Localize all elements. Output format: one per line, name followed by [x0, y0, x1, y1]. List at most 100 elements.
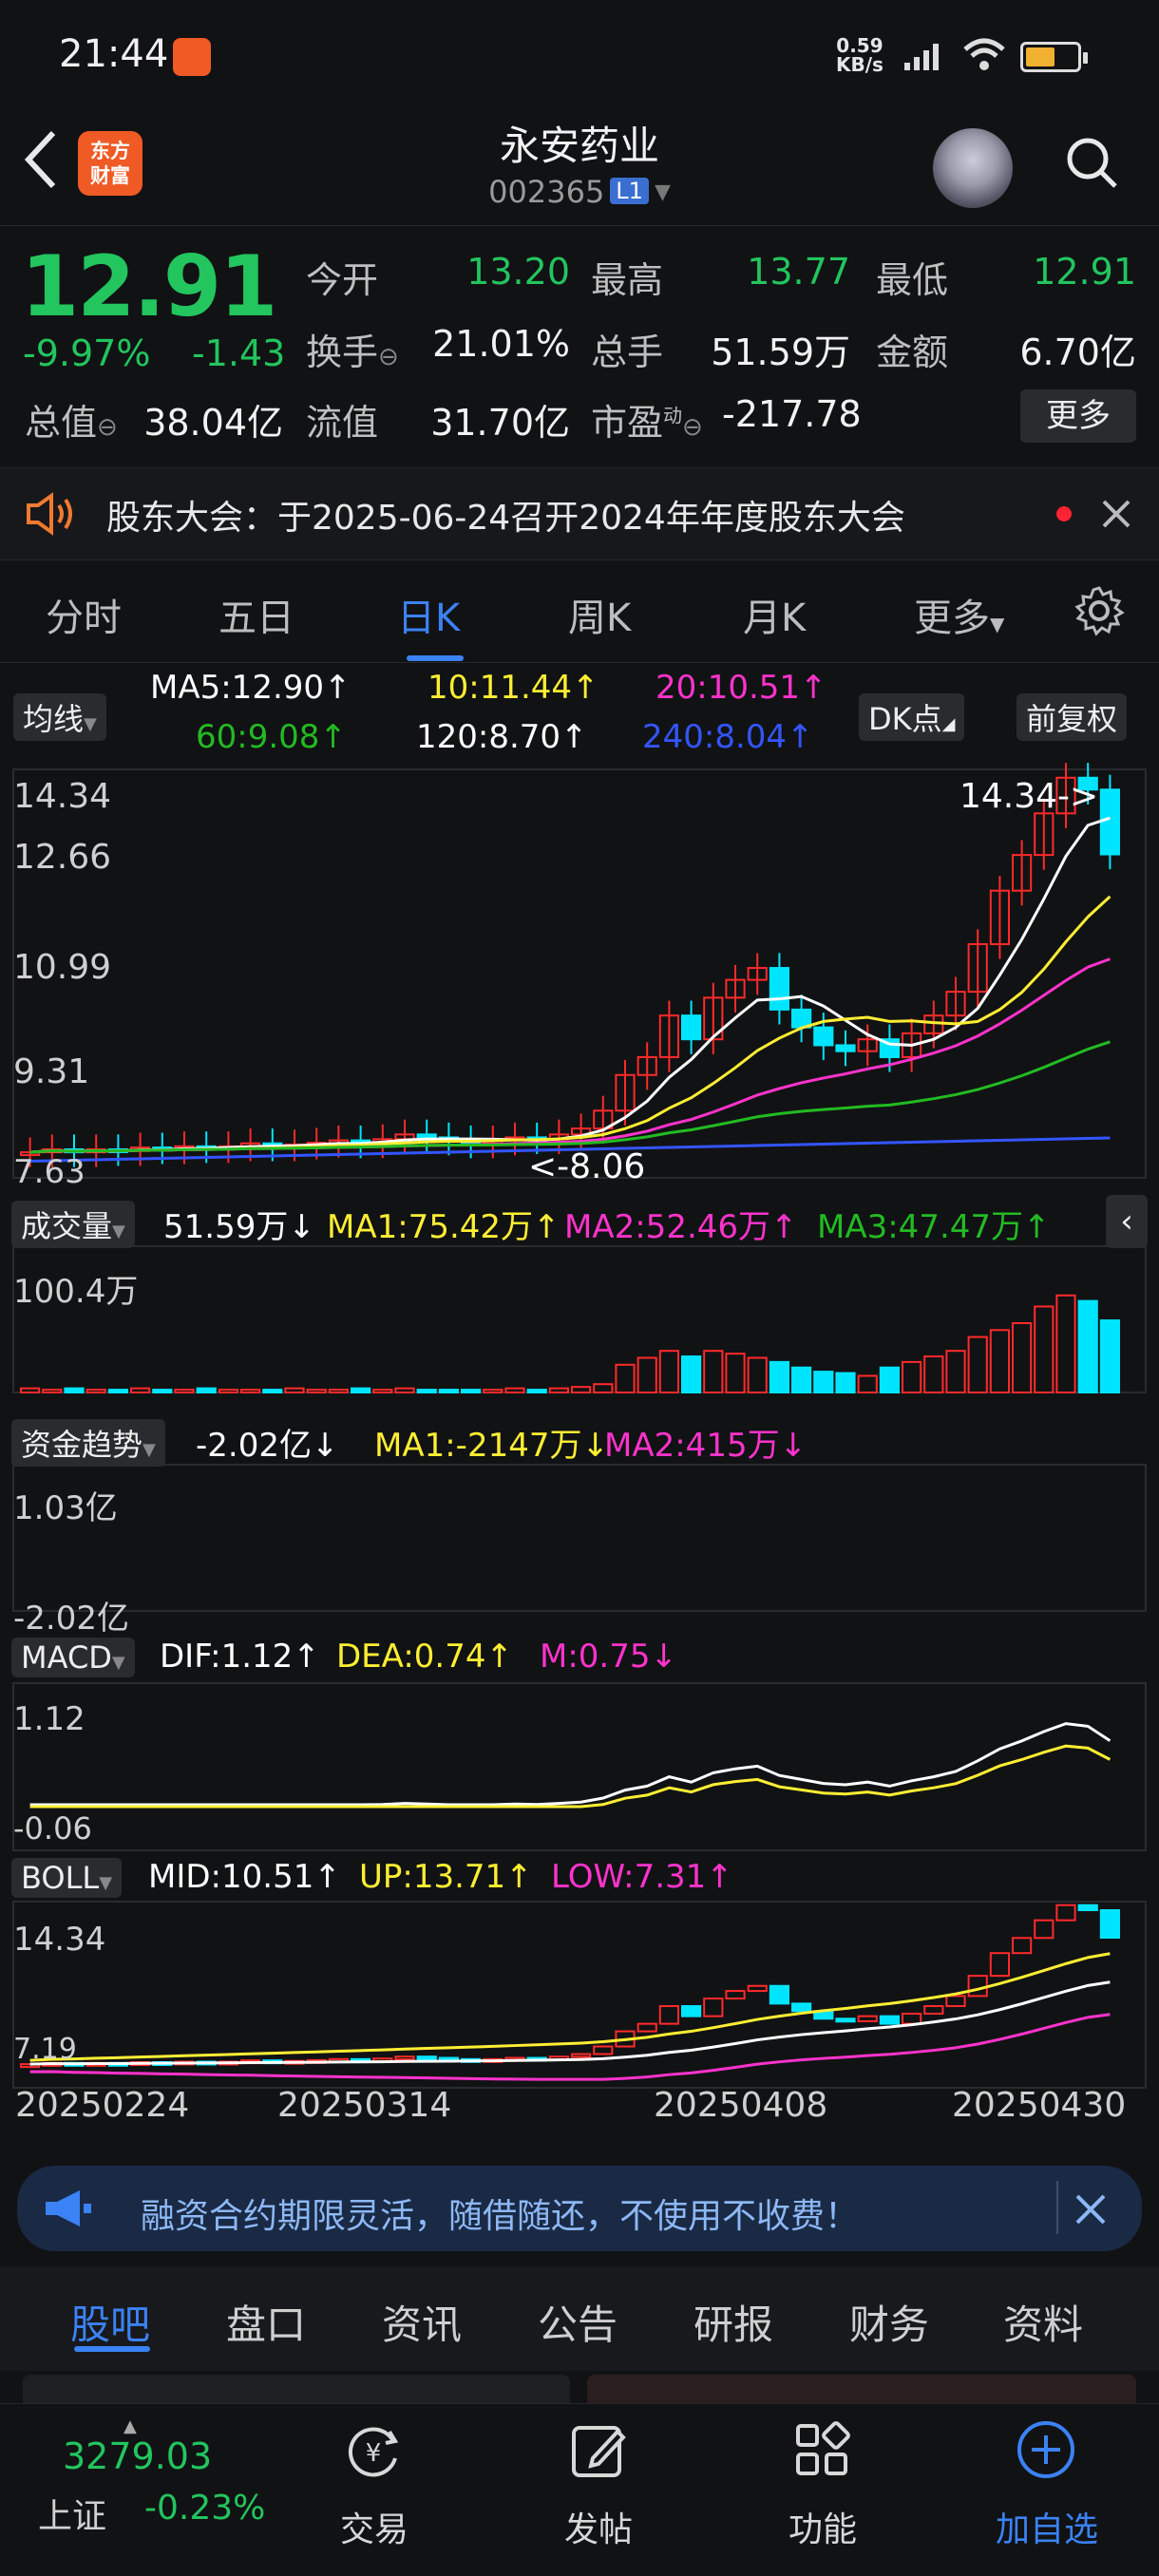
more-button[interactable]: 更多: [1020, 389, 1136, 443]
boll-candle: [857, 2015, 878, 2022]
indicator-select-volume[interactable]: 成交量▼: [11, 1201, 135, 1248]
indicator-select-fund[interactable]: 资金趋势▼: [11, 1419, 165, 1467]
status-bar: 21:44 0.59 KB/s: [0, 0, 1159, 114]
tab-announcements[interactable]: 公告: [538, 2293, 618, 2351]
volume-bar: [526, 1389, 547, 1394]
boll-candle: [636, 2022, 657, 2033]
date-label: 20250314: [277, 2086, 452, 2125]
volume-bar: [1055, 1294, 1076, 1393]
collapse-panel-icon[interactable]: ‹: [1106, 1195, 1148, 1248]
app-notification-icon: [173, 38, 211, 76]
notice-text: 股东大会：于2025-06-24召开2024年年度股东大会: [106, 499, 905, 538]
macd-dea: DEA:0.74↑: [336, 1638, 513, 1676]
boll-y-bottom: 7.19: [13, 2033, 77, 2066]
tab-intraday[interactable]: 分时: [46, 587, 122, 642]
index-change[interactable]: -0.23%: [144, 2489, 265, 2528]
macd-y-top: 1.12: [13, 1700, 86, 1738]
settings-icon[interactable]: [1074, 585, 1125, 636]
tab-five-day[interactable]: 五日: [218, 587, 294, 642]
boll-candle: [879, 2015, 900, 2025]
boll-low: LOW:7.31↑: [551, 1858, 733, 1896]
tab-monthly-k[interactable]: 月K: [743, 587, 806, 642]
tab-guba[interactable]: 股吧: [70, 2293, 150, 2351]
search-icon[interactable]: [1064, 135, 1119, 190]
indicator-select-macd[interactable]: MACD▼: [11, 1638, 135, 1677]
volume-bar: [306, 1389, 327, 1394]
change-pct: -9.97%: [23, 332, 151, 374]
trade-icon[interactable]: ¥: [342, 2420, 405, 2483]
volume-bar: [967, 1335, 988, 1393]
boll-candle: [791, 2002, 812, 2013]
post-button[interactable]: 发帖: [522, 2502, 674, 2551]
volume-bar: [416, 1389, 437, 1394]
tab-research[interactable]: 研报: [694, 2293, 773, 2351]
boll-candle: [571, 2053, 592, 2058]
candle: [1099, 788, 1121, 856]
volume-bar: [438, 1389, 459, 1394]
pe-value: -217.78: [722, 393, 862, 435]
tab-more[interactable]: 更多▼: [914, 587, 1004, 642]
volume-bar: [1099, 1319, 1121, 1394]
network-speed: 0.59 KB/s: [836, 34, 884, 76]
boll-up: UP:13.71↑: [359, 1858, 533, 1896]
boll-y-top: 14.34: [13, 1921, 106, 1959]
speaker-icon: [27, 492, 72, 536]
kline-y3: 10.99: [13, 948, 112, 987]
low-label: 最低: [876, 259, 949, 301]
float-label: 流值: [306, 402, 379, 444]
close-icon[interactable]: [1100, 498, 1132, 530]
ma60-value: 60:9.08↑: [196, 718, 347, 756]
pe-label: 市盈动⊖: [591, 402, 703, 444]
index-value[interactable]: 3279.03: [63, 2435, 212, 2477]
ma-line: [29, 895, 1112, 1154]
trade-button[interactable]: 交易: [298, 2502, 450, 2551]
chevron-down-icon: ▼: [654, 180, 671, 204]
ma240-value: 240:8.04↑: [642, 718, 814, 756]
tab-order-book[interactable]: 盘口: [226, 2293, 306, 2351]
tab-daily-k[interactable]: 日K: [397, 587, 460, 642]
volume-bar: [64, 1387, 85, 1393]
change-amount: -1.43: [192, 332, 286, 374]
ma-line: [29, 816, 1111, 1154]
index-name[interactable]: 上证: [38, 2489, 106, 2538]
function-button[interactable]: 功能: [747, 2502, 899, 2551]
volume-value: 51.59万: [711, 331, 850, 373]
min-price-marker: <-8.06: [528, 1147, 646, 1186]
volume-bar: [174, 1389, 195, 1394]
active-tab-indicator: [407, 655, 464, 661]
tab-news[interactable]: 资讯: [382, 2293, 462, 2351]
robot-assistant-icon[interactable]: [933, 128, 1013, 208]
volume-bar: [593, 1383, 614, 1393]
indicator-select-boll[interactable]: BOLL▼: [11, 1858, 123, 1898]
adjust-button[interactable]: 前复权: [1016, 693, 1128, 741]
amount-label: 金额: [876, 331, 949, 373]
grid-icon[interactable]: [792, 2420, 851, 2479]
volume-ma2: MA2:52.46万↑: [564, 1208, 798, 1246]
tab-financials[interactable]: 财务: [849, 2293, 929, 2351]
battery-icon: [1020, 42, 1088, 72]
add-watchlist-button[interactable]: 加自选: [971, 2502, 1123, 2551]
dk-point-button[interactable]: DK点◢: [859, 693, 965, 741]
tab-profile[interactable]: 资料: [1003, 2293, 1083, 2351]
unread-dot: [1056, 506, 1072, 521]
volume-bar: [857, 1374, 878, 1393]
fund-y-top: 1.03亿: [13, 1489, 118, 1527]
megaphone-icon: [46, 2190, 91, 2226]
date-label: 20250408: [654, 2086, 828, 2125]
last-price: 12.91: [21, 237, 277, 335]
fund-current: -2.02亿↓: [196, 1427, 339, 1465]
volume-bar: [879, 1366, 900, 1393]
indicator-select-ma[interactable]: 均线▼: [13, 693, 106, 741]
volume-bar: [240, 1389, 261, 1394]
caret-up-icon: ▲: [124, 2416, 137, 2436]
tab-weekly-k[interactable]: 周K: [568, 587, 631, 642]
ma-line: [29, 957, 1111, 1154]
close-icon[interactable]: [1074, 2192, 1108, 2226]
volume-bar: [196, 1387, 217, 1393]
mcap-label: 总值⊖: [25, 402, 118, 444]
kline-y-bottom: 7.63: [13, 1153, 86, 1191]
candle: [813, 1026, 834, 1047]
edit-icon[interactable]: [568, 2420, 629, 2481]
ma-line: [29, 1040, 1111, 1154]
add-icon[interactable]: [1015, 2418, 1077, 2481]
